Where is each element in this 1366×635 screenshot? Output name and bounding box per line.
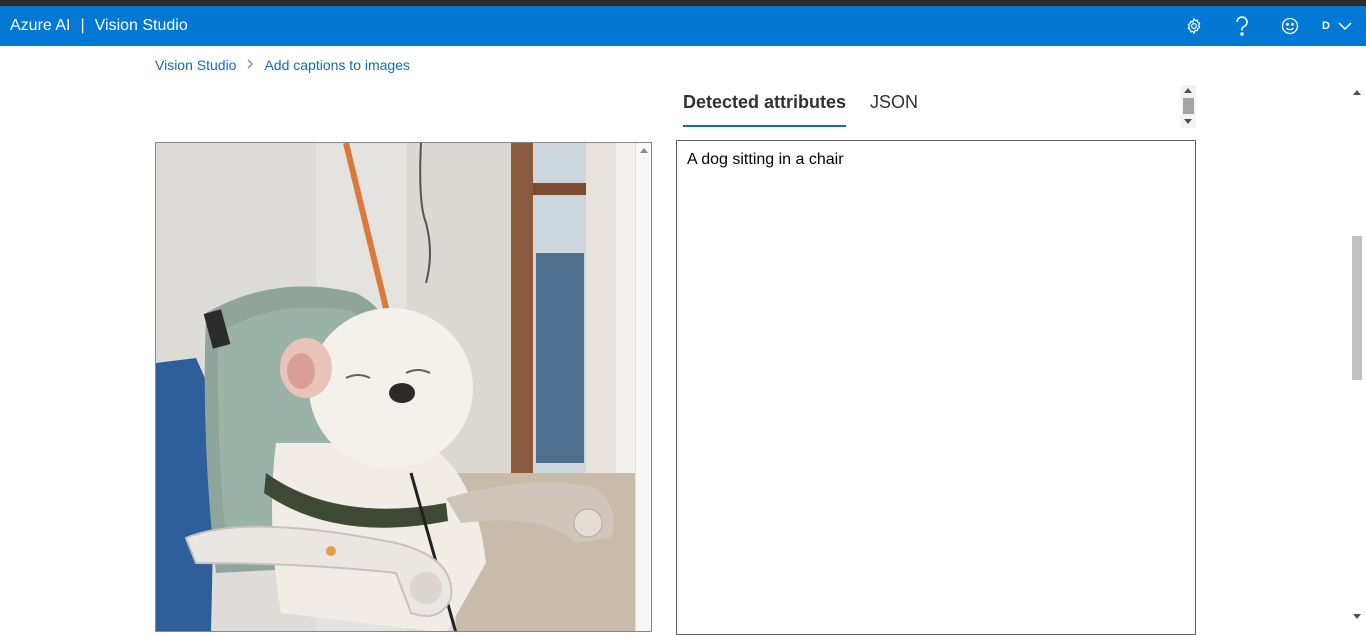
scroll-down-arrow-icon[interactable] bbox=[1353, 614, 1361, 619]
help-icon bbox=[1236, 16, 1248, 36]
header-actions: D bbox=[1170, 6, 1366, 46]
brand-separator: | bbox=[80, 17, 85, 34]
account-menu[interactable]: D bbox=[1314, 6, 1366, 46]
breadcrumb-vision-studio[interactable]: Vision Studio bbox=[155, 57, 236, 73]
scroll-thumb[interactable] bbox=[1183, 98, 1194, 114]
brand-product: Vision Studio bbox=[94, 17, 188, 34]
scroll-thumb[interactable] bbox=[1352, 236, 1362, 380]
brand[interactable]: Azure AI | Vision Studio bbox=[10, 17, 188, 35]
page-scrollbar[interactable] bbox=[1349, 85, 1366, 625]
gear-icon bbox=[1187, 17, 1201, 35]
scroll-up-arrow-icon[interactable] bbox=[1353, 90, 1361, 95]
chevron-right-icon bbox=[246, 58, 254, 72]
detected-attributes-panel: A dog sitting in a chair bbox=[676, 140, 1196, 635]
scroll-down-arrow-icon[interactable] bbox=[1184, 119, 1192, 124]
tab-json[interactable]: JSON bbox=[870, 92, 918, 128]
result-tabs: Detected attributes JSON bbox=[683, 92, 918, 128]
breadcrumb-add-captions[interactable]: Add captions to images bbox=[264, 57, 410, 73]
scroll-up-arrow-icon[interactable] bbox=[1184, 88, 1192, 93]
smiley-feedback-icon bbox=[1281, 17, 1299, 35]
avatar: D bbox=[1322, 20, 1330, 32]
help-button[interactable] bbox=[1218, 6, 1266, 46]
image-scrollbar[interactable] bbox=[635, 143, 651, 631]
tabs-scrollbar[interactable] bbox=[1181, 85, 1196, 128]
top-app-bar: Azure AI | Vision Studio D bbox=[0, 6, 1366, 46]
tab-detected-attributes[interactable]: Detected attributes bbox=[683, 92, 847, 128]
breadcrumb: Vision Studio Add captions to images bbox=[155, 57, 410, 73]
feedback-button[interactable] bbox=[1266, 6, 1314, 46]
brand-azure-ai: Azure AI bbox=[10, 17, 71, 34]
caption-result: A dog sitting in a chair bbox=[687, 151, 844, 168]
image-preview bbox=[155, 142, 652, 632]
chevron-down-icon bbox=[1338, 22, 1352, 31]
dog-photo bbox=[156, 143, 637, 631]
settings-button[interactable] bbox=[1170, 6, 1218, 46]
scroll-up-arrow-icon[interactable] bbox=[640, 148, 648, 153]
